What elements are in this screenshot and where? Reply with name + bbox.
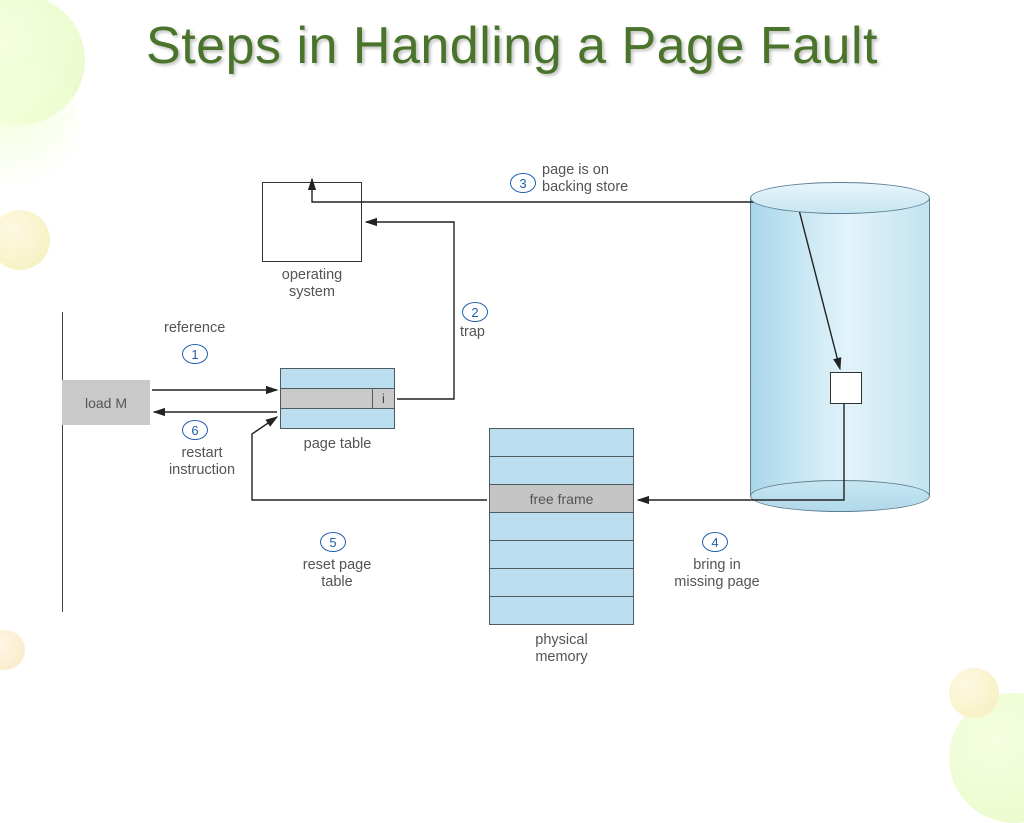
restart-instruction-label: restart instruction [157,445,247,480]
decoration-circle [0,630,25,670]
operating-system-label: operating system [262,267,362,302]
page-fault-diagram: operating system page is on backing stor… [62,162,962,722]
step-6-badge: 6 [182,420,208,440]
step-3-label: page is on backing store [542,162,628,197]
text: reset page [303,557,372,573]
physical-memory-frame [489,541,634,569]
step-3-badge: 3 [510,173,536,193]
bring-in-missing-page-label: bring in missing page [662,557,772,592]
free-frame-text: free frame [530,491,594,507]
page-table: i [280,368,395,429]
process-vertical-bar [62,312,63,612]
backing-store-slot [830,372,862,404]
operating-system-box [262,182,362,262]
load-m-block: load M [62,380,150,425]
decoration-circle [0,210,50,270]
trap-label: trap [460,324,485,340]
page-table-row [280,409,395,429]
physical-memory-free-frame: free frame [489,485,634,513]
reference-label: reference [164,320,225,336]
step-1-badge: 1 [182,344,208,364]
slide-title: Steps in Handling a Page Fault [0,18,1024,75]
reset-page-table-label: reset page table [282,557,392,592]
text: backing store [542,179,628,195]
page-table-row-invalid: i [280,389,395,409]
physical-memory-frame [489,457,634,485]
page-table-row [280,369,395,389]
text: missing page [674,574,759,590]
operating-system-text: operating system [282,267,342,300]
physical-memory-frame [489,429,634,457]
physical-memory-label: physical memory [489,632,634,667]
backing-store-cylinder [750,182,930,512]
physical-memory-frame [489,569,634,597]
physical-memory: free frame [489,428,634,625]
text: memory [535,649,587,665]
physical-memory-frame [489,513,634,541]
load-m-text: load M [85,395,127,411]
text: bring in [693,557,741,573]
step-5-badge: 5 [320,532,346,552]
page-table-valid-bit: i [372,389,394,408]
text: restart [181,445,222,461]
text: page is on [542,162,609,178]
text: table [321,574,352,590]
page-table-label: page table [280,436,395,452]
step-2-badge: 2 [462,302,488,322]
text: physical [535,632,587,648]
step-4-badge: 4 [702,532,728,552]
text: instruction [169,462,235,478]
physical-memory-frame [489,597,634,625]
